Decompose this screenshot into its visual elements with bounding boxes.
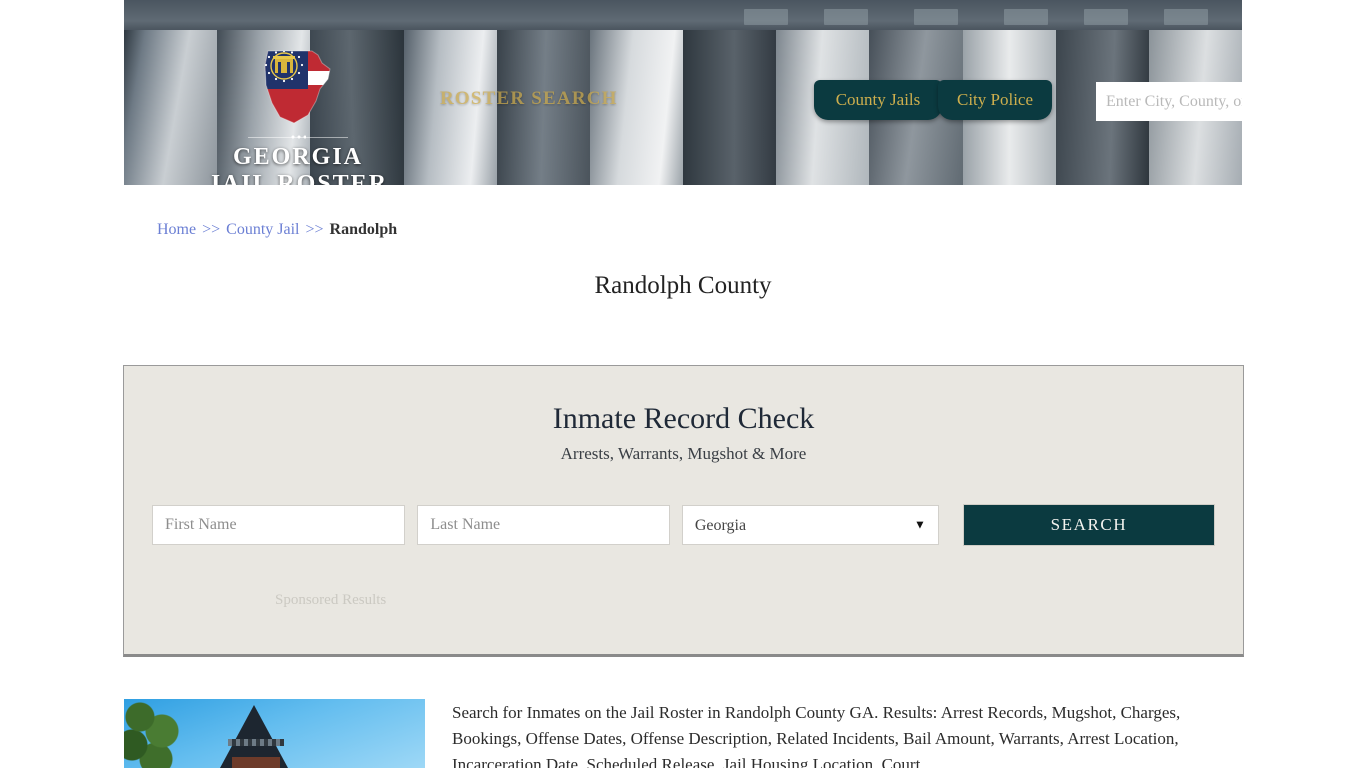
header-search-input[interactable] (1096, 82, 1242, 121)
panel-subtitle: Arrests, Warrants, Mugshot & More (560, 444, 807, 463)
logo-line-2: JAIL ROSTER (207, 170, 389, 185)
breadcrumb-home[interactable]: Home (157, 221, 196, 238)
nav-city-police-button[interactable]: City Police (938, 80, 1052, 120)
page-description: Search for Inmates on the Jail Roster in… (452, 703, 1181, 768)
page-root: GEORGIA JAIL ROSTER ROSTER SEARCH County… (0, 0, 1366, 768)
inmate-record-check-panel: Inmate Record Check Arrests, Warrants, M… (123, 365, 1244, 657)
header-tagline: ROSTER SEARCH (440, 88, 618, 109)
breadcrumb-current: Randolph (329, 221, 398, 238)
steeple-base (232, 757, 280, 768)
logo-line-1: GEORGIA (232, 144, 363, 170)
inmate-search-form: Georgia ▼ SEARCH (152, 504, 1216, 546)
logo-divider (248, 137, 348, 138)
state-select-wrapper: Georgia ▼ (681, 505, 939, 545)
steeple-band (228, 739, 284, 746)
panel-title: Inmate Record Check (552, 402, 815, 435)
sponsored-results-label: Sponsored Results (275, 592, 387, 608)
site-logo[interactable]: GEORGIA JAIL ROSTER (188, 45, 408, 185)
state-select[interactable]: Georgia (681, 505, 939, 545)
page-title: Randolph County (594, 272, 772, 299)
georgia-flag-icon (260, 45, 336, 129)
nav-county-jails-button[interactable]: County Jails (814, 80, 942, 120)
breadcrumb-separator-1: >> (202, 221, 221, 238)
breadcrumb-separator-2: >> (305, 221, 324, 238)
site-header: GEORGIA JAIL ROSTER ROSTER SEARCH County… (124, 0, 1242, 185)
breadcrumb-county-jail[interactable]: County Jail (226, 221, 299, 238)
search-button[interactable]: SEARCH (962, 504, 1216, 546)
breadcrumb: Home >> County Jail >> Randolph (157, 221, 397, 239)
last-name-input[interactable] (417, 505, 670, 545)
first-name-input[interactable] (152, 505, 406, 545)
courthouse-image (124, 699, 425, 768)
tree-foliage (124, 701, 192, 768)
